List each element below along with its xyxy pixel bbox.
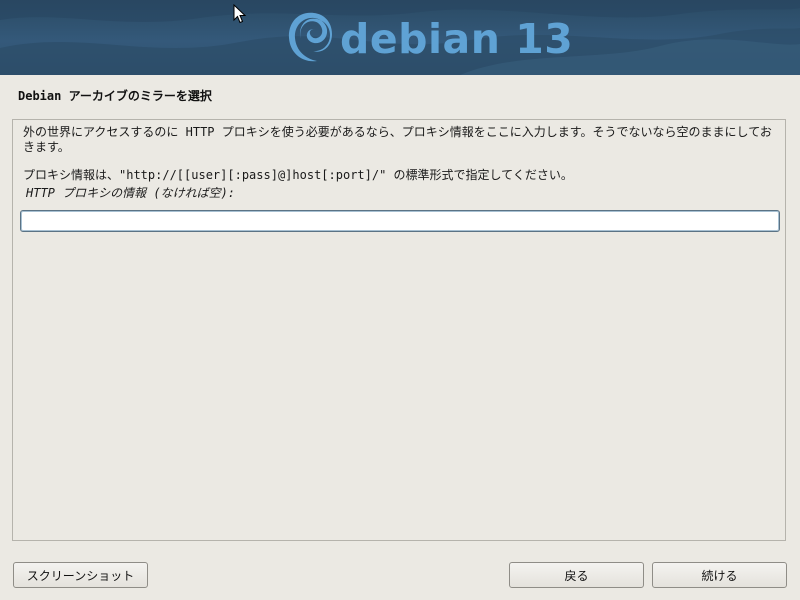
logo-text: debian 13 [340,15,574,63]
screenshot-button[interactable]: スクリーンショット [13,562,148,588]
proxy-input[interactable] [20,210,780,232]
debian-swirl-icon [288,12,332,62]
back-button[interactable]: 戻る [509,562,644,588]
header-banner: debian 13 [0,0,800,75]
proxy-format-hint: プロキシ情報は、"http://[[user][:pass]@]host[:po… [23,168,573,182]
proxy-description: 外の世界にアクセスするのに HTTP プロキシを使う必要があるなら、プロキシ情報… [23,125,772,154]
page-title: Debian アーカイブのミラーを選択 [18,89,212,103]
proxy-field-label: HTTP プロキシの情報 (なければ空): [26,186,236,200]
mouse-cursor-icon [233,4,247,24]
content-panel: 外の世界にアクセスするのに HTTP プロキシを使う必要があるなら、プロキシ情報… [12,119,786,541]
continue-button[interactable]: 続ける [652,562,787,588]
debian-logo: debian 13 [284,6,573,68]
